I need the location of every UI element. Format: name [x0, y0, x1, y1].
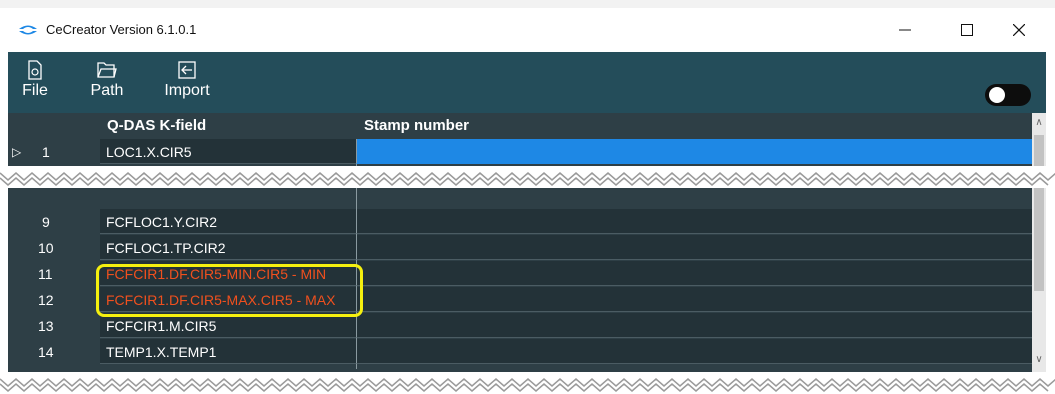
- row-number: 13: [38, 318, 54, 334]
- stamp-cell[interactable]: [356, 209, 1032, 234]
- file-button[interactable]: File: [18, 58, 52, 110]
- row-number: 12: [38, 292, 54, 308]
- stamp-cell[interactable]: [356, 287, 1032, 312]
- row-header[interactable]: 9: [8, 209, 92, 235]
- path-button[interactable]: Path: [87, 58, 127, 110]
- import-icon: [178, 61, 196, 79]
- kfield-cell[interactable]: TEMP1.X.TEMP1: [100, 339, 356, 364]
- toolbar: File Path Import: [8, 52, 1046, 113]
- app-logo-icon: [19, 25, 37, 35]
- file-icon: [28, 60, 42, 80]
- row-header[interactable]: 14: [8, 339, 92, 365]
- row-header[interactable]: 10: [8, 235, 92, 261]
- row-number: 11: [38, 266, 53, 282]
- app-window: CeCreator Version 6.1.0.1 File Path Impo…: [8, 8, 1046, 394]
- stamp-cell[interactable]: [356, 139, 1032, 164]
- row-header[interactable]: 12: [8, 287, 92, 313]
- table-row[interactable]: 14 TEMP1.X.TEMP1: [8, 339, 1032, 365]
- current-row-marker-icon: ▷: [12, 145, 22, 159]
- folder-icon: [97, 62, 117, 78]
- file-label: File: [22, 82, 48, 99]
- kfield-cell[interactable]: LOC1.X.CIR5: [100, 139, 356, 164]
- stamp-cell[interactable]: [356, 313, 1032, 338]
- row-number: 1: [42, 144, 50, 160]
- table-row[interactable]: 9 FCFLOC1.Y.CIR2: [8, 209, 1032, 235]
- row-header[interactable]: 13: [8, 313, 92, 339]
- stamp-cell[interactable]: [356, 339, 1032, 364]
- title-bar: CeCreator Version 6.1.0.1: [8, 8, 1046, 52]
- data-grid: Q-DAS K-field Stamp number ▷ 1 LOC1.X.CI…: [8, 113, 1046, 394]
- scroll-thumb[interactable]: [1034, 135, 1044, 291]
- kfield-cell[interactable]: FCFLOC1.TP.CIR2: [100, 235, 356, 260]
- column-header-stamp[interactable]: Stamp number: [364, 113, 469, 139]
- row-number: 14: [38, 344, 54, 360]
- path-label: Path: [90, 82, 124, 99]
- column-header-kfield[interactable]: Q-DAS K-field: [107, 113, 206, 139]
- scroll-up-icon[interactable]: ∧: [1032, 117, 1046, 128]
- highlight-callout: [96, 264, 363, 317]
- stamp-cell[interactable]: [356, 235, 1032, 260]
- close-button[interactable]: [996, 8, 1042, 52]
- torn-edge-divider: [0, 166, 1055, 188]
- import-button[interactable]: Import: [158, 58, 216, 110]
- row-number: 9: [42, 214, 50, 230]
- stamp-cell[interactable]: [356, 261, 1032, 286]
- row-header[interactable]: ▷ 1: [8, 139, 92, 165]
- toggle-knob: [989, 87, 1005, 103]
- maximize-button[interactable]: [944, 8, 990, 52]
- maximize-icon: [961, 24, 973, 36]
- row-number: 10: [38, 240, 54, 256]
- import-label: Import: [164, 82, 210, 99]
- window-title: CeCreator Version 6.1.0.1: [46, 22, 197, 37]
- vertical-scrollbar[interactable]: ∧ ∨: [1032, 113, 1046, 372]
- close-icon: [1013, 24, 1025, 36]
- minimize-icon: [899, 29, 911, 31]
- table-row[interactable]: ▷ 1 LOC1.X.CIR5: [8, 139, 1032, 165]
- torn-edge-bottom: [0, 372, 1055, 394]
- mode-toggle[interactable]: [985, 84, 1031, 106]
- scroll-down-icon[interactable]: ∨: [1032, 354, 1046, 365]
- kfield-cell[interactable]: FCFLOC1.Y.CIR2: [100, 209, 356, 234]
- row-header[interactable]: 11: [8, 261, 92, 287]
- minimize-button[interactable]: [882, 8, 928, 52]
- background-page-strip: [0, 0, 1055, 8]
- table-row[interactable]: 10 FCFLOC1.TP.CIR2: [8, 235, 1032, 261]
